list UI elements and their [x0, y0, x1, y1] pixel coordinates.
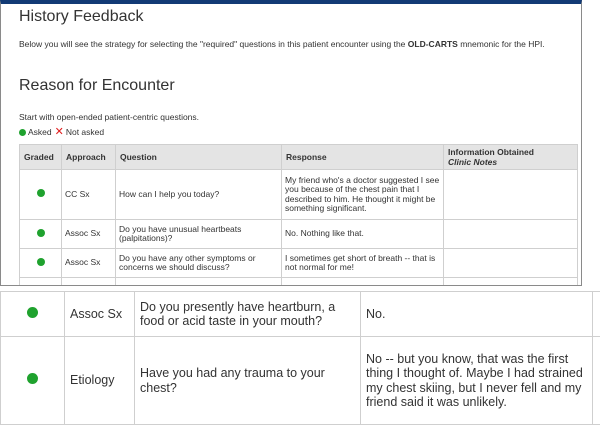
green-dot-icon [36, 257, 45, 266]
graded-cell [19, 248, 62, 278]
info-cell [443, 219, 578, 249]
info-cell [592, 291, 600, 337]
graded-cell [19, 219, 62, 249]
feedback-table: Graded Approach Question Response Inform… [19, 144, 578, 285]
response-cell: No -- but you know, that was the first t… [360, 336, 593, 425]
question-cell: Have you had any trauma to your chest? [134, 336, 361, 425]
graded-cell [19, 169, 62, 220]
legend: Asked ✕ Not asked [19, 125, 105, 138]
green-dot-icon [19, 128, 26, 136]
green-dot-icon [36, 189, 45, 198]
history-feedback-panel: History Feedback Below you will see the … [0, 0, 582, 286]
section-title: Reason for Encounter [19, 77, 175, 94]
page-title: History Feedback [19, 8, 144, 25]
graded-cell [0, 291, 65, 337]
mnemonic-label: OLD-CARTS [407, 39, 458, 49]
response-cell: No. Nothing like that. [281, 219, 444, 249]
section-prompt: Start with open-ended patient-centric qu… [19, 112, 200, 122]
question-cell: Do you presently have heartburn, a food … [134, 291, 361, 337]
question-cell: Do you have any other symptoms or concer… [115, 248, 282, 278]
red-x-icon: ✕ [54, 125, 64, 138]
col-response: Response [281, 144, 444, 170]
green-dot-icon [27, 373, 38, 385]
table-header-row: Graded Approach Question Response Inform… [19, 144, 578, 170]
approach-cell: Assoc Sx [61, 248, 116, 278]
table-row: Assoc Sx Do you presently have heartburn… [0, 291, 600, 337]
question-cell: Do you have unusual heartbeats (palpitat… [115, 219, 282, 249]
response-cell: No. [360, 291, 593, 337]
question-cell: How can I help you today? [115, 169, 282, 220]
approach-cell: CC Sx [61, 169, 116, 220]
table-row: Assoc Sx Do you have unusual heartbeats … [19, 219, 578, 249]
legend-asked-label: Asked [28, 127, 52, 137]
table-row: Assoc Sx Do you have any other symptoms … [19, 248, 578, 278]
green-dot-icon [27, 306, 38, 318]
col-information: Information Obtained Clinic Notes [443, 144, 578, 170]
info-cell [592, 336, 600, 425]
response-cell: My friend who's a doctor suggested I see… [281, 169, 444, 220]
table-row: Etiology Have you had any trauma to your… [0, 336, 600, 425]
col-approach: Approach [61, 144, 116, 170]
approach-cell: Assoc Sx [61, 219, 116, 249]
col-graded: Graded [19, 144, 62, 170]
table-row: CC Sx How can I help you today? My frien… [19, 169, 578, 220]
info-cell [443, 248, 578, 278]
info-cell [443, 169, 578, 220]
graded-cell [0, 336, 65, 425]
legend-not-asked-label: Not asked [65, 127, 105, 137]
approach-cell: Etiology [64, 336, 135, 425]
approach-cell: Assoc Sx [64, 291, 135, 337]
table-row [19, 277, 578, 285]
zoomed-feedback-table: Assoc Sx Do you presently have heartburn… [0, 291, 600, 425]
green-dot-icon [36, 228, 45, 237]
intro-text: Below you will see the strategy for sele… [19, 39, 545, 49]
response-cell: I sometimes get short of breath -- that … [281, 248, 444, 278]
col-question: Question [115, 144, 282, 170]
